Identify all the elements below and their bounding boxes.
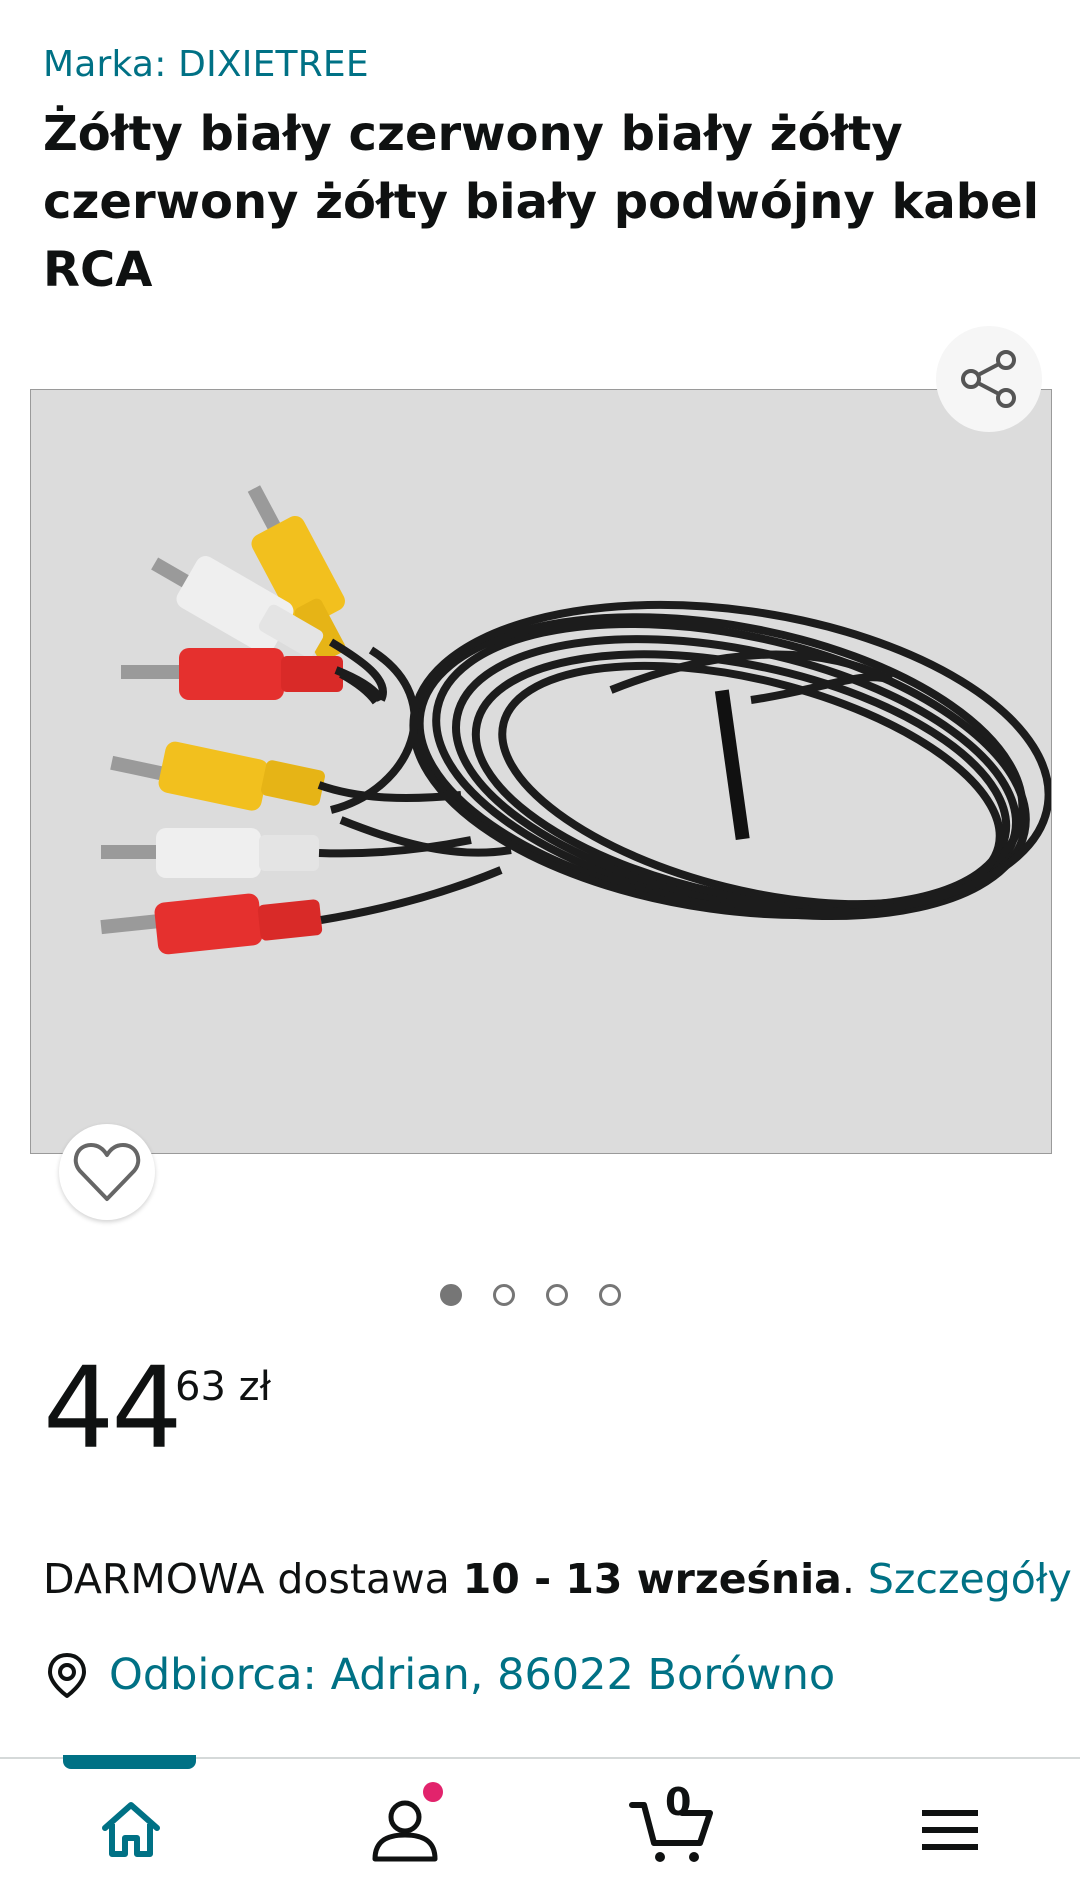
bottom-nav: 0: [0, 1760, 1080, 1900]
delivery-details-link[interactable]: Szczegóły: [868, 1555, 1072, 1603]
carousel-dot[interactable]: [440, 1284, 462, 1306]
product-image[interactable]: [30, 389, 1052, 1154]
nav-home[interactable]: [61, 1760, 201, 1900]
delivery-prefix: DARMOWA dostawa: [43, 1555, 463, 1603]
carousel-dot[interactable]: [599, 1284, 621, 1306]
carousel-dot[interactable]: [493, 1284, 515, 1306]
nav-cart[interactable]: 0: [602, 1760, 742, 1900]
cart-count: 0: [665, 1780, 692, 1824]
delivery-dates: 10 - 13 września: [462, 1555, 842, 1603]
delivery-location[interactable]: Odbiorca: Adrian, 86022 Borówno: [43, 1650, 835, 1700]
price-fraction: 63 zł: [175, 1364, 271, 1410]
price-whole: 44: [43, 1344, 183, 1474]
brand-link[interactable]: Marka: DIXIETREE: [43, 44, 369, 85]
wishlist-button[interactable]: [59, 1124, 155, 1220]
product-title: Żółty biały czerwony biały żółty czerwon…: [43, 106, 1040, 298]
delivery-info: DARMOWA dostawa 10 - 13 września. Szczeg…: [43, 1555, 1072, 1603]
location-pin-icon: [48, 1653, 86, 1698]
menu-icon: [922, 1810, 978, 1850]
home-icon: [102, 1802, 160, 1857]
rca-cable-photo: [31, 390, 1051, 1153]
image-carousel-indicator: [440, 1284, 621, 1306]
account-icon: [372, 1800, 438, 1862]
carousel-dot[interactable]: [546, 1284, 568, 1306]
nav-menu[interactable]: [880, 1760, 1020, 1900]
nav-account[interactable]: [335, 1760, 475, 1900]
share-button[interactable]: [936, 326, 1042, 432]
recipient-label[interactable]: Odbiorca: Adrian, 86022 Borówno: [109, 1650, 835, 1700]
notification-dot: [423, 1782, 443, 1802]
delivery-separator: .: [841, 1555, 868, 1603]
share-icon: [961, 350, 1016, 408]
heart-icon: [73, 1143, 141, 1201]
